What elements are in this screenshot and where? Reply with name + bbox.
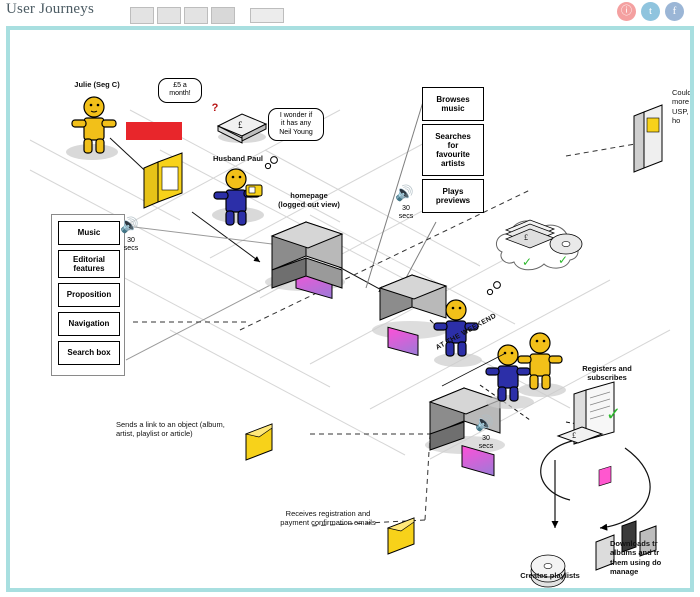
menu-item-navigation[interactable]: Navigation [58,312,120,336]
speaker-icon-weekend: 🔊 [475,415,494,432]
svg-text:✓: ✓ [606,404,621,424]
timer-actions: 30 secs [398,205,414,221]
svg-text:✓: ✓ [522,255,532,269]
twitter-icon[interactable]: t [641,2,660,21]
action-plays-previews[interactable]: Plays previews [422,179,484,213]
svg-text:£: £ [238,120,243,130]
computer-1 [265,221,345,299]
thumbnail-1[interactable] [157,7,181,24]
book-icon [143,152,183,209]
diagram-canvas[interactable]: £ £ ✓ ✓ ✓ £ Julie (Seg C) £5 a month! ? … [6,26,694,592]
label-creates-playlists: Creates playlists [520,571,580,580]
svg-text:£: £ [524,233,528,242]
menu-item-proposition[interactable]: Proposition [58,283,120,307]
thumbnail-2[interactable] [184,7,208,24]
label-homepage: homepage (logged out view) [278,191,340,210]
label-poster: Could d more a USP, s ho [672,88,690,126]
question-mark: ? [211,102,219,114]
page-title: User Journeys [6,1,95,17]
bubble-price: £5 a month! [158,78,202,103]
svg-text:✓: ✓ [558,253,568,267]
menu-item-editorial-features[interactable]: Editorial features [58,250,120,278]
rss-icon[interactable]: ⓘ [617,2,636,21]
figure-julie [66,96,118,160]
speaker-icon-actions: 🔊 [395,185,414,202]
diagram-page: User Journeys ⓘ t f £ £ ✓ ✓ ✓ £ Julie (S… [0,0,700,597]
label-receives-emails: Receives registration and payment confir… [280,509,376,528]
label-downloads: Downloads tr albums and tr them using do… [610,539,662,577]
label-sends-link: Sends a link to an object (album, artist… [116,420,225,439]
figure-user-3 [485,344,534,409]
action-searches-favourite-artists[interactable]: Searches for favourite artists [422,124,484,176]
svg-text:£: £ [572,431,576,440]
diagram-inner: £ £ ✓ ✓ ✓ £ Julie (Seg C) £5 a month! ? … [10,30,690,588]
label-husband-paul: Husband Paul [212,154,263,163]
envelope-icon-2 [386,517,415,555]
page-header: User Journeys ⓘ t f [0,0,700,26]
facebook-icon[interactable]: f [665,2,684,21]
red-highlight-bar [126,122,182,140]
poster-sign [633,104,663,173]
speaker-icon-menu: 🔊 [120,217,139,234]
bubble-neil-young: I wonder if it has any Neil Young [268,108,324,142]
timer-weekend: 30 secs [478,435,494,451]
action-browses-music[interactable]: Browses music [422,87,484,121]
banknote-icon: £ [216,113,268,144]
label-registers-subscribes: Registers and subscribes [582,364,632,383]
thumbnail-0[interactable] [130,7,154,24]
menu-panel: Music Editorial features Proposition Nav… [51,214,125,376]
menu-item-search-box[interactable]: Search box [58,341,120,365]
thumbnail-strip[interactable] [130,3,300,25]
figure-user-4 [517,332,566,397]
thumbnail-4[interactable] [250,8,284,23]
label-julie: Julie (Seg C) [74,80,120,89]
timer-menu: 30 secs [123,237,139,253]
menu-item-music[interactable]: Music [58,221,120,245]
thumbnail-3[interactable] [211,7,235,24]
cloud-content: £ ✓ ✓ [495,219,583,271]
